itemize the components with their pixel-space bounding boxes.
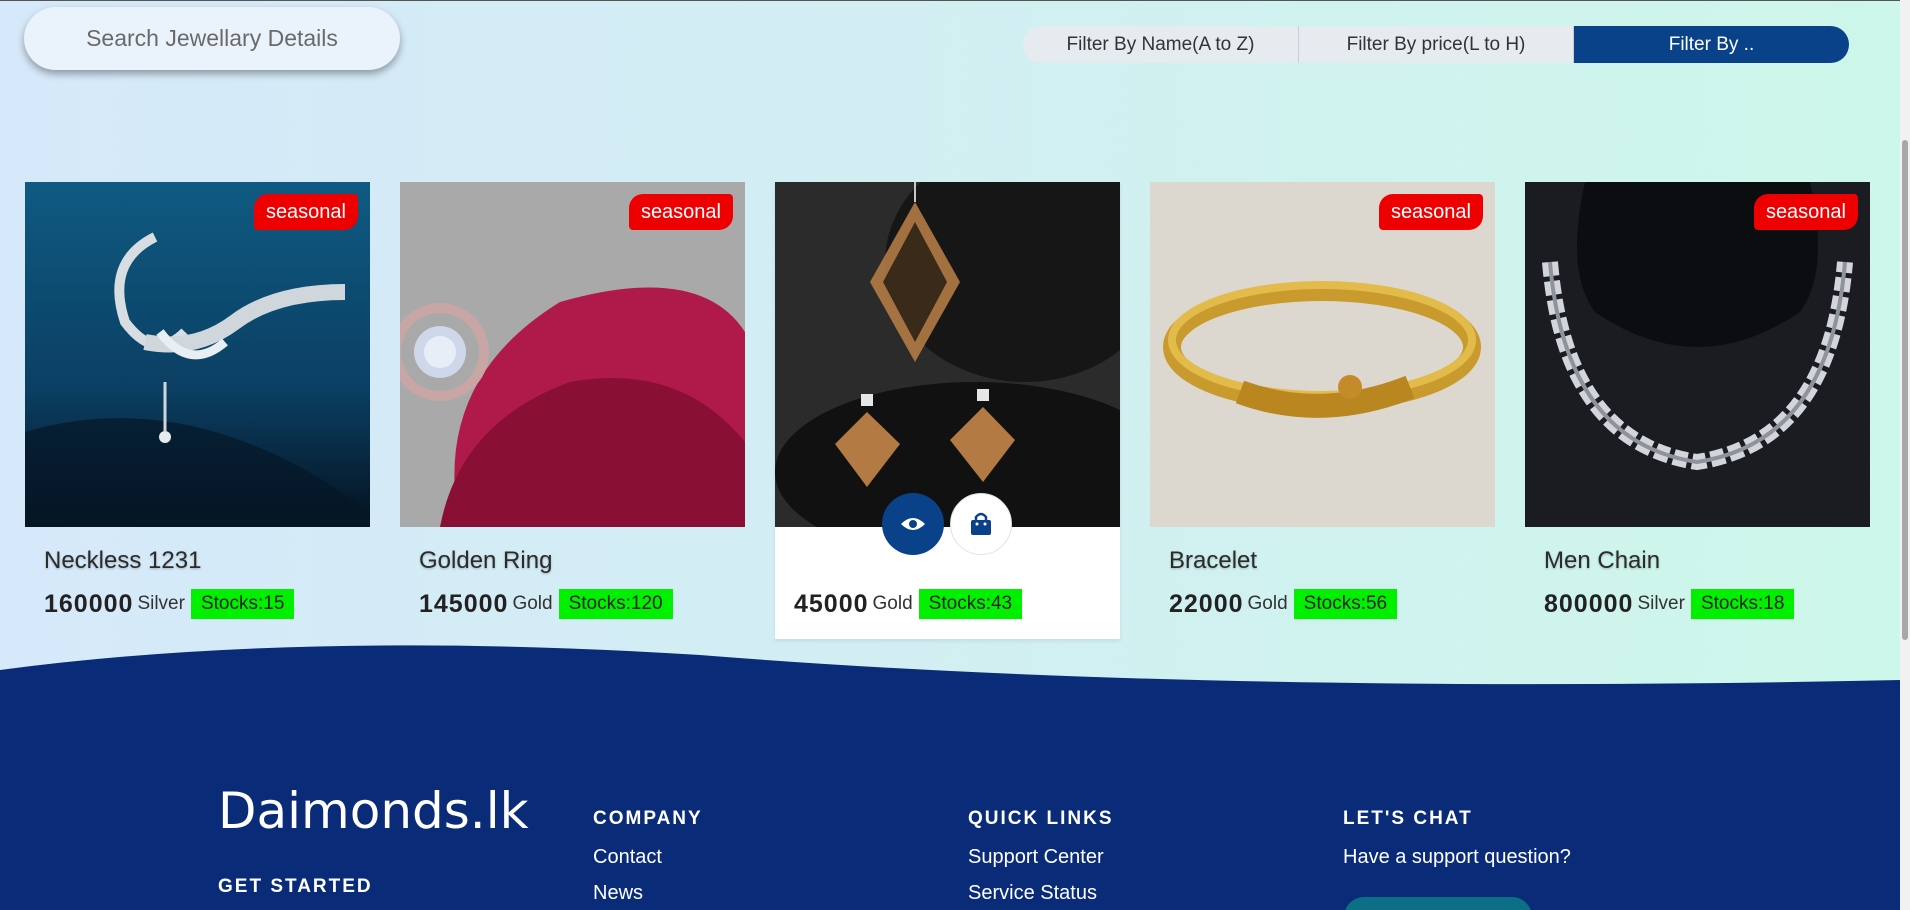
ring-image: seasonal [400,182,745,527]
product-info: 145000 Gold Stocks:120 [419,589,673,619]
product-name: Neckless 1231 [44,547,202,574]
view-button[interactable] [882,493,944,555]
stock-badge: Stocks:18 [1690,589,1795,619]
product-price: 145000 [419,589,509,618]
necklace-image: seasonal [25,182,370,527]
product-card-pendant-set[interactable]: 45000 Gold Stocks:43 [775,182,1120,639]
product-price: 22000 [1169,589,1244,618]
product-price: 45000 [794,589,869,618]
bracelet-image: seasonal [1150,182,1495,527]
product-info: 22000 Gold Stocks:56 [1169,589,1398,619]
shopping-bag-icon [971,512,991,535]
top-border [0,0,1910,1]
news-link[interactable]: News [593,882,643,905]
lets-chat-heading: LET'S CHAT [1343,808,1473,829]
product-price: 160000 [44,589,134,618]
product-metal: Gold [1247,593,1288,614]
filter-by-name-button[interactable]: Filter By Name(A to Z) [1023,26,1299,63]
product-metal: Gold [512,593,553,614]
product-metal: Gold [872,593,913,614]
chat-button[interactable] [1344,897,1532,910]
eye-icon [901,518,925,530]
filter-bar: Filter By Name(A to Z) Filter By price(L… [1023,26,1849,63]
service-status-link[interactable]: Service Status [968,882,1097,905]
men-chain-image: seasonal [1525,182,1870,527]
stock-badge: Stocks:43 [918,589,1023,619]
product-card-men-chain[interactable]: seasonal Men Chain 800000 Silver Stocks:… [1525,182,1870,619]
filter-by-more-button[interactable]: Filter By .. [1574,26,1849,63]
stock-badge: Stocks:56 [1293,589,1398,619]
company-heading: COMPANY [593,808,703,829]
stock-badge: Stocks:120 [558,589,673,619]
product-price: 800000 [1544,589,1634,618]
product-metal: Silver [137,593,185,614]
seasonal-badge: seasonal [1378,194,1483,230]
product-metal: Silver [1637,593,1685,614]
product-card-bracelet[interactable]: seasonal Bracelet 22000 Gold Stocks:56 [1150,182,1495,619]
stock-badge: Stocks:15 [190,589,295,619]
support-center-link[interactable]: Support Center [968,846,1104,869]
support-question-text: Have a support question? [1343,846,1571,868]
product-info: 800000 Silver Stocks:18 [1544,589,1795,619]
scrollbar-thumb[interactable] [1902,140,1908,640]
product-info: 160000 Silver Stocks:15 [44,589,295,619]
footer-brand-logo[interactable]: Daimonds.lk [218,782,529,840]
contact-link[interactable]: Contact [593,846,662,869]
product-card-necklace[interactable]: seasonal Neckless 1231 160000 Silver Sto… [25,182,370,619]
quick-links-heading: QUICK LINKS [968,808,1114,829]
seasonal-badge: seasonal [1753,194,1858,230]
product-card-ring[interactable]: seasonal Golden Ring 145000 Gold Stocks:… [400,182,745,619]
search-input[interactable] [24,25,400,52]
product-name: Bracelet [1169,547,1258,574]
product-name: Men Chain [1544,547,1661,574]
search-box[interactable] [24,7,400,70]
get-started-heading: GET STARTED [218,876,373,897]
pendant-set-image [775,182,1120,527]
product-name: Golden Ring [419,547,553,574]
add-to-cart-button[interactable] [950,493,1012,555]
filter-by-price-button[interactable]: Filter By price(L to H) [1299,26,1574,63]
seasonal-badge: seasonal [628,194,733,230]
seasonal-badge: seasonal [253,194,358,230]
product-info: 45000 Gold Stocks:43 [794,589,1023,619]
